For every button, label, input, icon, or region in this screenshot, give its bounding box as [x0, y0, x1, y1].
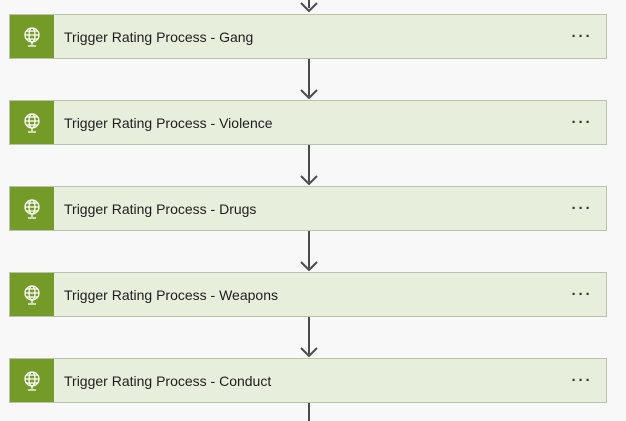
- step-icon-container: [10, 187, 54, 230]
- flow-step-weapons[interactable]: Trigger Rating Process - Weapons ···: [9, 272, 607, 317]
- connector-arrow-icon: [300, 261, 318, 271]
- flow-step-conduct[interactable]: Trigger Rating Process - Conduct ···: [9, 358, 607, 403]
- flow-step-violence[interactable]: Trigger Rating Process - Violence ···: [9, 100, 607, 145]
- more-options-button[interactable]: ···: [562, 187, 602, 230]
- step-title: Trigger Rating Process - Drugs: [64, 200, 257, 217]
- step-title: Trigger Rating Process - Weapons: [64, 286, 278, 303]
- connector-arrow-icon: [300, 89, 318, 99]
- connector-arrow-icon: [300, 175, 318, 185]
- more-options-button[interactable]: ···: [562, 359, 602, 402]
- globe-icon: [24, 198, 40, 219]
- flow-step-gang[interactable]: Trigger Rating Process - Gang ···: [9, 14, 607, 59]
- connector-line: [308, 403, 310, 421]
- step-icon-container: [10, 101, 54, 144]
- step-icon-container: [10, 15, 54, 58]
- globe-icon: [24, 284, 40, 305]
- more-options-button[interactable]: ···: [562, 101, 602, 144]
- globe-icon: [24, 26, 40, 47]
- globe-icon: [24, 370, 40, 391]
- step-title: Trigger Rating Process - Violence: [64, 114, 273, 131]
- step-icon-container: [10, 359, 54, 402]
- step-title: Trigger Rating Process - Conduct: [64, 372, 272, 389]
- more-options-button[interactable]: ···: [562, 15, 602, 58]
- more-options-button[interactable]: ···: [562, 273, 602, 316]
- globe-icon: [24, 112, 40, 133]
- flow-step-drugs[interactable]: Trigger Rating Process - Drugs ···: [9, 186, 607, 231]
- step-title: Trigger Rating Process - Gang: [64, 28, 254, 45]
- connector-arrow-icon: [300, 2, 318, 12]
- connector-arrow-icon: [300, 347, 318, 357]
- step-icon-container: [10, 273, 54, 316]
